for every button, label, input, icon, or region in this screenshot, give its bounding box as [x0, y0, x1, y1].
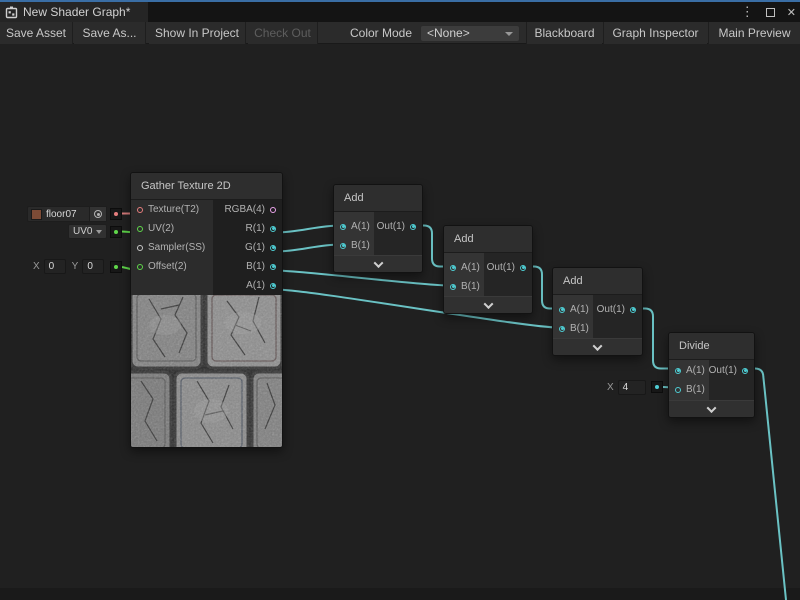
- divide-b-float-field: X 4: [601, 380, 646, 395]
- graph-inspector-toggle[interactable]: Graph Inspector: [603, 22, 707, 44]
- offset-vector2-field: X 0 Y 0: [27, 259, 104, 274]
- port-row-r: R(1): [213, 219, 282, 238]
- close-icon[interactable]: ✕: [787, 6, 796, 19]
- texture-default-connector: [110, 208, 122, 220]
- show-in-project-button[interactable]: Show In Project: [149, 22, 246, 44]
- dropdown-arrow-icon: [96, 230, 102, 234]
- add1-b-port[interactable]: [340, 243, 346, 249]
- edge-g-to-add1-b[interactable]: [276, 245, 340, 252]
- port-row-uv: UV(2): [131, 219, 213, 238]
- divide-out-port[interactable]: [742, 368, 748, 374]
- port-row-g: G(1): [213, 238, 282, 257]
- collapse-preview-button[interactable]: [444, 296, 532, 313]
- edge-r-to-add1-a[interactable]: [276, 226, 340, 233]
- chevron-down-icon: [373, 258, 383, 268]
- divide-b-default-connector: [651, 381, 663, 393]
- dropdown-arrow-icon: [505, 32, 513, 36]
- save-asset-button[interactable]: Save Asset: [0, 22, 73, 44]
- add2-b-port[interactable]: [450, 284, 456, 290]
- port-row-texture: Texture(T2): [131, 200, 213, 219]
- check-out-button: Check Out: [248, 22, 318, 44]
- b-output-port[interactable]: [270, 264, 276, 270]
- add1-out-port[interactable]: [410, 224, 416, 230]
- node-title[interactable]: Add: [444, 226, 532, 253]
- texture-preview: [131, 295, 282, 447]
- title-bar: New Shader Graph* ⋮ ✕: [0, 0, 800, 22]
- add1-a-port[interactable]: [340, 224, 346, 230]
- shader-graph-icon: [5, 6, 18, 19]
- offset-y-input[interactable]: 0: [82, 259, 104, 274]
- chevron-down-icon: [483, 299, 493, 309]
- color-mode-dropdown[interactable]: <None>: [420, 25, 520, 42]
- add3-a-port[interactable]: [559, 307, 565, 313]
- offset-default-connector: [110, 261, 122, 273]
- chevron-down-icon: [593, 341, 603, 351]
- rgba-output-port[interactable]: [270, 207, 276, 213]
- chevron-down-icon: [707, 403, 717, 413]
- divide-b-port[interactable]: [675, 387, 681, 393]
- shader-graph-window: New Shader Graph* ⋮ ✕ Save Asset Save As…: [0, 0, 800, 600]
- node-title[interactable]: Add: [553, 268, 642, 295]
- port-row-offset: Offset(2): [131, 257, 213, 276]
- texture-object-field[interactable]: floor07: [27, 206, 107, 222]
- collapse-preview-button[interactable]: [553, 338, 642, 355]
- a-output-port[interactable]: [270, 283, 276, 289]
- uv-input-port[interactable]: [137, 226, 143, 232]
- node-title[interactable]: Add: [334, 185, 422, 212]
- asset-tab[interactable]: New Shader Graph*: [0, 2, 148, 22]
- add3-b-port[interactable]: [559, 326, 565, 332]
- add2-a-port[interactable]: [450, 265, 456, 271]
- r-output-port[interactable]: [270, 226, 276, 232]
- node-gather-texture-2d[interactable]: Gather Texture 2D Texture(T2) UV(2) Samp…: [130, 172, 283, 448]
- add2-out-port[interactable]: [520, 265, 526, 271]
- graph-toolbar: Save Asset Save As... Show In Project Ch…: [0, 22, 800, 44]
- save-as-button[interactable]: Save As...: [74, 22, 146, 44]
- texture-name: floor07: [46, 209, 77, 220]
- port-row-b: B(1): [213, 257, 282, 276]
- node-title[interactable]: Divide: [669, 333, 754, 360]
- texture-thumbnail: [31, 209, 42, 220]
- node-add-2[interactable]: Add A(1) B(1) Out(1): [443, 225, 533, 314]
- object-picker-icon: [94, 210, 102, 218]
- node-add-1[interactable]: Add A(1) B(1) Out(1): [333, 184, 423, 273]
- blackboard-toggle[interactable]: Blackboard: [526, 22, 602, 44]
- g-output-port[interactable]: [270, 245, 276, 251]
- divide-a-port[interactable]: [675, 368, 681, 374]
- uv-default-connector: [110, 226, 122, 238]
- texture-input-port[interactable]: [137, 207, 143, 213]
- maximize-icon[interactable]: [766, 8, 775, 17]
- node-title[interactable]: Gather Texture 2D: [131, 173, 282, 200]
- port-row-rgba: RGBA(4): [213, 200, 282, 219]
- object-picker-button[interactable]: [89, 207, 106, 221]
- node-divide[interactable]: Divide A(1) B(1) Out(1): [668, 332, 755, 418]
- port-row-a: A(1): [213, 276, 282, 295]
- collapse-preview-button[interactable]: [669, 400, 754, 417]
- divide-b-input[interactable]: 4: [618, 380, 646, 395]
- uv-channel-dropdown[interactable]: UV0: [68, 224, 107, 239]
- main-preview-toggle[interactable]: Main Preview: [708, 22, 800, 44]
- collapse-preview-button[interactable]: [334, 255, 422, 272]
- port-row-sampler: Sampler(SS): [131, 238, 213, 257]
- tab-title: New Shader Graph*: [23, 5, 130, 19]
- node-add-3[interactable]: Add A(1) B(1) Out(1): [552, 267, 643, 356]
- color-mode-label: Color Mode: [350, 22, 412, 44]
- color-mode-value: <None>: [427, 26, 470, 40]
- offset-x-input[interactable]: 0: [44, 259, 66, 274]
- window-menu-icon[interactable]: ⋮: [741, 2, 754, 22]
- add3-out-port[interactable]: [630, 307, 636, 313]
- sampler-input-port[interactable]: [137, 245, 143, 251]
- edge-layer: [0, 0, 800, 600]
- offset-input-port[interactable]: [137, 264, 143, 270]
